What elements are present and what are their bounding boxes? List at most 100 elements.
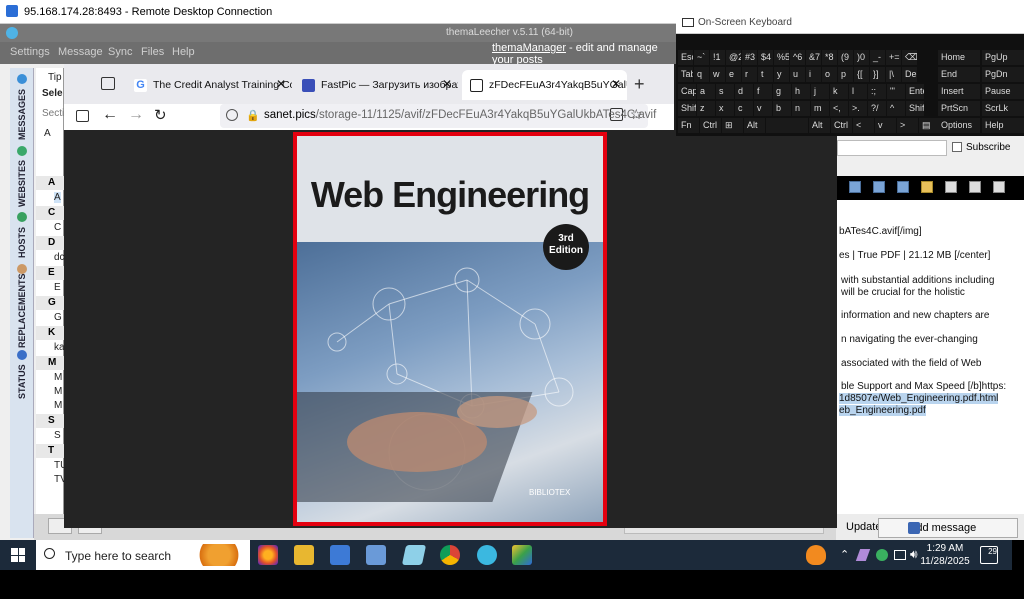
volume-icon[interactable]: 🔊︎ xyxy=(910,547,918,562)
osk-key[interactable]: *8 xyxy=(822,50,837,65)
osk-key[interactable]: u xyxy=(790,67,805,82)
osk-key[interactable]: o xyxy=(822,67,837,82)
osk-key[interactable]: Pause xyxy=(982,84,1024,99)
osk-key[interactable]: !1 xyxy=(710,50,725,65)
tab-avif-image[interactable]: zFDecFEuA3r4YakqB5uYGalUkb ✕ xyxy=(462,70,627,100)
osk-key[interactable]: PrtScn xyxy=(938,101,980,116)
osk-key[interactable]: z xyxy=(697,101,715,116)
osk-key[interactable]: p xyxy=(838,67,853,82)
osk-key[interactable]: PgUp xyxy=(982,50,1024,65)
osk-key[interactable]: Esc xyxy=(678,50,693,65)
lock-icon[interactable]: 🔒 xyxy=(246,109,260,122)
menu-help[interactable]: Help xyxy=(172,46,195,58)
osk-key[interactable]: ?/ xyxy=(868,101,886,116)
osk-key[interactable]: $4 xyxy=(758,50,773,65)
message-editor[interactable]: bATes4C.avif[/img] es | True PDF | 21.12… xyxy=(837,200,1024,514)
osk-key[interactable]: m xyxy=(811,101,829,116)
osk-key[interactable]: x xyxy=(716,101,734,116)
osk-key[interactable]: >. xyxy=(849,101,867,116)
osk-key[interactable]: <, xyxy=(830,101,848,116)
osk-key[interactable]: Shift xyxy=(906,101,924,116)
tab-status[interactable]: STATUS xyxy=(10,362,34,402)
osk-key[interactable]: ▤ xyxy=(919,118,940,133)
osk-key[interactable]: Alt xyxy=(809,118,830,133)
sidebar-icon[interactable] xyxy=(76,110,89,122)
osk-key[interactable]: ⊞ xyxy=(722,118,743,133)
osk-key[interactable]: Help xyxy=(982,118,1024,133)
list-item[interactable]: S xyxy=(54,430,61,441)
add-message-button[interactable]: Add message xyxy=(878,518,1018,538)
osk-key[interactable]: e xyxy=(726,67,741,82)
menu-sync[interactable]: Sync xyxy=(108,46,132,58)
notification-app-icon[interactable] xyxy=(806,545,826,565)
osk-key[interactable]: ^6 xyxy=(790,50,805,65)
osk-key[interactable]: g xyxy=(773,84,791,99)
back-icon[interactable]: ← xyxy=(102,106,118,124)
reload-icon[interactable]: ↻ xyxy=(154,106,167,124)
close-icon[interactable]: ✕ xyxy=(442,77,452,91)
osk-key[interactable]: |\ xyxy=(886,67,901,82)
osk-key[interactable]: > xyxy=(897,118,918,133)
osk-key[interactable]: c xyxy=(735,101,753,116)
remote-app-icon[interactable] xyxy=(330,545,350,565)
list-item[interactable]: A xyxy=(54,192,61,203)
osk-key[interactable]: %5 xyxy=(774,50,789,65)
osk-key[interactable]: < xyxy=(853,118,874,133)
url-text[interactable]: sanet.pics/storage-11/1125/avif/zFDecFEu… xyxy=(264,109,656,121)
osk-key[interactable]: @2 xyxy=(726,50,741,65)
editor-tool-icon[interactable] xyxy=(849,181,861,193)
list-item[interactable]: E xyxy=(54,282,61,293)
tab-credit-analyst[interactable]: G The Credit Analyst Training Cou ✕ xyxy=(126,70,292,100)
osk-key[interactable]: ^ xyxy=(887,101,905,116)
osk-key[interactable]: f xyxy=(754,84,772,99)
editor-tool-icon[interactable] xyxy=(897,181,909,193)
osk-key[interactable]: += xyxy=(886,50,901,65)
osk-key[interactable]: Fn xyxy=(678,118,699,133)
tab-websites[interactable]: WEBSITES xyxy=(10,158,34,208)
editor-tool-icon[interactable] xyxy=(993,181,1005,193)
update-button[interactable]: Update xyxy=(840,518,881,538)
osk-key[interactable]: n xyxy=(792,101,810,116)
osk-key[interactable]: ⌫ xyxy=(902,50,917,65)
tab-replacements[interactable]: REPLACEMENTS xyxy=(10,274,34,349)
notification-center-icon[interactable]: 29 xyxy=(980,546,998,564)
osk-key[interactable]: w xyxy=(710,67,725,82)
tab-hosts[interactable]: HOSTS xyxy=(10,224,34,260)
tab-fastpic[interactable]: FastPic — Загрузить изображе ✕ xyxy=(294,70,458,100)
osk-key[interactable]: Del xyxy=(902,67,917,82)
list-item[interactable]: M xyxy=(54,386,62,397)
osk-key[interactable]: t xyxy=(758,67,773,82)
osk-key[interactable]: Enter xyxy=(906,84,924,99)
osk-key[interactable]: b xyxy=(773,101,791,116)
osk-key[interactable]: :; xyxy=(868,84,886,99)
osk-key[interactable]: Options xyxy=(938,118,980,133)
osk-key[interactable]: h xyxy=(792,84,810,99)
osk-key[interactable]: i xyxy=(806,67,821,82)
list-item[interactable]: M xyxy=(54,372,62,383)
osk-key[interactable]: (9 xyxy=(838,50,853,65)
tab-list-icon[interactable] xyxy=(101,77,115,90)
osk-key[interactable]: {[ xyxy=(854,67,869,82)
osk-key[interactable]: Shift xyxy=(678,101,696,116)
osk-key[interactable]: &7 xyxy=(806,50,821,65)
chrome-icon[interactable] xyxy=(440,545,460,565)
osk-key[interactable]: y xyxy=(774,67,789,82)
osk-key[interactable]: Alt xyxy=(744,118,765,133)
list-item[interactable]: dc xyxy=(54,252,65,263)
chevron-up-icon[interactable]: ⌃ xyxy=(840,548,849,561)
subscribe-checkbox[interactable] xyxy=(952,142,962,152)
osk-key[interactable]: )0 xyxy=(854,50,869,65)
osk-key[interactable]: #3 xyxy=(742,50,757,65)
tray-app-icon[interactable] xyxy=(876,549,888,561)
osk-key[interactable]: k xyxy=(830,84,848,99)
editor-tool-icon[interactable] xyxy=(921,181,933,193)
firefox-icon[interactable] xyxy=(258,545,278,565)
osk-key[interactable]: Ctrl xyxy=(831,118,852,133)
editor-tool-icon[interactable] xyxy=(873,181,885,193)
new-tab-button[interactable]: + xyxy=(634,74,645,95)
osk-key[interactable]: Caps xyxy=(678,84,696,99)
title-input[interactable] xyxy=(837,140,947,156)
menu-files[interactable]: Files xyxy=(141,46,164,58)
osk-key[interactable]: PgDn xyxy=(982,67,1024,82)
osk-key[interactable]: a xyxy=(697,84,715,99)
